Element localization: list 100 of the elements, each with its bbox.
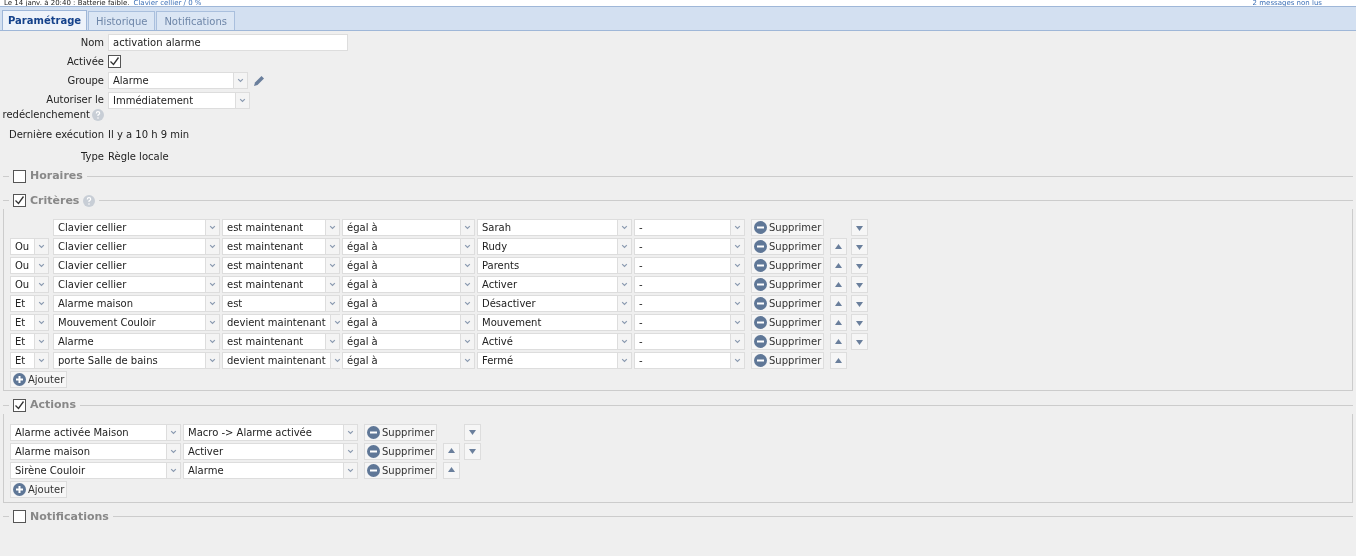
add-button[interactable]: Ajouter: [10, 371, 68, 388]
dropdown[interactable]: Rudy: [477, 238, 632, 255]
dropdown[interactable]: Activé: [477, 333, 632, 350]
move-down-button[interactable]: [851, 238, 869, 255]
delete-button[interactable]: Supprimer: [751, 276, 825, 293]
dropdown[interactable]: Alarme: [108, 72, 248, 89]
dropdown[interactable]: -: [634, 276, 745, 293]
dropdown[interactable]: égal à: [342, 295, 475, 312]
tab[interactable]: Paramétrage: [2, 10, 88, 30]
dropdown[interactable]: Clavier cellier: [53, 219, 220, 236]
dropdown[interactable]: est: [222, 295, 340, 312]
dropdown[interactable]: Ou: [10, 276, 49, 293]
move-up-button[interactable]: [443, 442, 461, 460]
add-button[interactable]: Ajouter: [10, 480, 68, 498]
checkbox[interactable]: [108, 55, 121, 68]
dropdown[interactable]: Macro -> Alarme activée: [183, 423, 358, 441]
dropdown[interactable]: Clavier cellier: [53, 276, 220, 293]
dropdown[interactable]: est maintenant: [222, 238, 340, 255]
dropdown[interactable]: -: [634, 333, 745, 350]
move-down-button[interactable]: [464, 442, 482, 460]
move-up-button[interactable]: [830, 333, 848, 350]
delete-button[interactable]: Supprimer: [751, 238, 825, 255]
dropdown[interactable]: Et: [10, 333, 49, 350]
dropdown[interactable]: Activer: [183, 442, 358, 460]
dropdown[interactable]: est maintenant: [222, 257, 340, 274]
delete-button[interactable]: Supprimer: [751, 333, 825, 350]
move-down-button[interactable]: [851, 333, 869, 350]
dropdown[interactable]: égal à: [342, 276, 475, 293]
dropdown[interactable]: Immédiatement: [108, 92, 250, 109]
move-up-button[interactable]: [830, 276, 848, 293]
dropdown[interactable]: Clavier cellier: [53, 257, 220, 274]
move-down-button[interactable]: [851, 314, 869, 331]
move-down-button[interactable]: [851, 219, 869, 236]
dropdown[interactable]: porte Salle de bains: [53, 352, 220, 369]
checkbox[interactable]: [13, 169, 26, 183]
dropdown[interactable]: Alarme maison: [53, 295, 220, 312]
delete-button[interactable]: Supprimer: [751, 295, 825, 312]
dropdown[interactable]: -: [634, 257, 745, 274]
section-title: Critères: [30, 192, 80, 209]
delete-button[interactable]: Supprimer: [751, 352, 825, 369]
dropdown[interactable]: Ou: [10, 238, 49, 255]
move-down-button[interactable]: [851, 257, 869, 274]
dropdown[interactable]: égal à: [342, 238, 475, 255]
name-field[interactable]: activation alarme: [108, 34, 348, 51]
checkbox[interactable]: [13, 510, 26, 524]
caret-icon: [34, 296, 48, 311]
dropdown[interactable]: Ou: [10, 257, 49, 274]
delete-button[interactable]: Supprimer: [364, 461, 438, 479]
dropdown[interactable]: est maintenant: [222, 276, 340, 293]
dropdown[interactable]: Et: [10, 295, 49, 312]
dropdown[interactable]: devient maintenant: [222, 352, 340, 369]
move-up-button[interactable]: [830, 352, 848, 369]
dropdown[interactable]: Alarme: [53, 333, 220, 350]
dropdown[interactable]: -: [634, 314, 745, 331]
dropdown[interactable]: Fermé: [477, 352, 632, 369]
dropdown[interactable]: Parents: [477, 257, 632, 274]
dropdown[interactable]: Alarme activée Maison: [10, 423, 181, 441]
dropdown[interactable]: Clavier cellier: [53, 238, 220, 255]
delete-button[interactable]: Supprimer: [364, 442, 438, 460]
move-up-button[interactable]: [830, 257, 848, 274]
move-up-button[interactable]: [830, 295, 848, 312]
dropdown[interactable]: -: [634, 295, 745, 312]
dropdown[interactable]: Alarme: [183, 461, 358, 479]
checkbox[interactable]: [13, 194, 26, 208]
move-up-button[interactable]: [830, 314, 848, 331]
checkbox[interactable]: [13, 398, 26, 412]
move-up-button[interactable]: [830, 238, 848, 255]
dropdown[interactable]: Alarme maison: [10, 442, 181, 460]
dropdown[interactable]: Et: [10, 352, 49, 369]
dropdown[interactable]: égal à: [342, 257, 475, 274]
move-down-button[interactable]: [851, 295, 869, 312]
dropdown[interactable]: Et: [10, 314, 49, 331]
delete-button[interactable]: Supprimer: [751, 219, 825, 236]
dropdown[interactable]: égal à: [342, 352, 475, 369]
delete-button[interactable]: Supprimer: [364, 423, 438, 441]
move-down-button[interactable]: [464, 423, 482, 441]
dropdown[interactable]: égal à: [342, 314, 475, 331]
delete-button[interactable]: Supprimer: [751, 314, 825, 331]
dropdown[interactable]: Désactiver: [477, 295, 632, 312]
dropdown[interactable]: est maintenant: [222, 219, 340, 236]
dropdown[interactable]: -: [634, 219, 745, 236]
dropdown[interactable]: est maintenant: [222, 333, 340, 350]
minus-circle-icon: [367, 463, 380, 477]
dropdown[interactable]: devient maintenant: [222, 314, 340, 331]
move-up-button[interactable]: [443, 461, 461, 479]
dropdown[interactable]: -: [634, 238, 745, 255]
caret-icon: [460, 239, 474, 254]
field-label: Autoriser le: [46, 93, 104, 107]
dropdown[interactable]: Mouvement: [477, 314, 632, 331]
dropdown[interactable]: Sarah: [477, 219, 632, 236]
dropdown[interactable]: égal à: [342, 219, 475, 236]
dropdown[interactable]: Activer: [477, 276, 632, 293]
delete-button[interactable]: Supprimer: [751, 257, 825, 274]
dropdown[interactable]: Sirène Couloir: [10, 461, 181, 479]
dropdown[interactable]: Mouvement Couloir: [53, 314, 220, 331]
pencil-icon[interactable]: [252, 73, 266, 88]
caret-icon: [343, 462, 357, 478]
dropdown[interactable]: égal à: [342, 333, 475, 350]
dropdown[interactable]: -: [634, 352, 745, 369]
move-down-button[interactable]: [851, 276, 869, 293]
